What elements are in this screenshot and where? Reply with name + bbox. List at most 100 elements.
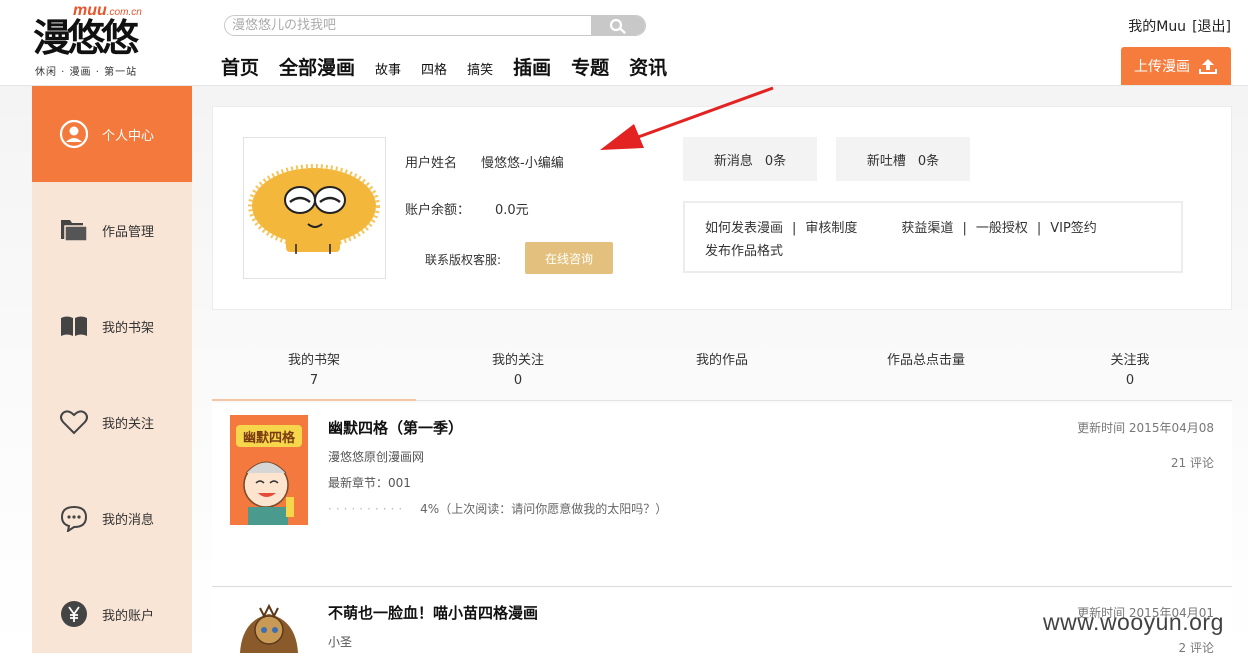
comment-count[interactable]: 21 评论	[1171, 454, 1214, 471]
help-link-publish[interactable]: 如何发表漫画	[705, 221, 783, 236]
heart-icon	[59, 407, 89, 437]
help-links-box: 如何发表漫画 | 审核制度 获益渠道 | 一般授权 | VIP签约 发布作品格式	[683, 201, 1183, 273]
site-header: muu.com.cn 漫悠悠 休闲 · 漫画 · 第一站 首页 全部漫画 故事 …	[0, 0, 1248, 86]
user-links: 我的Muu [退出]	[1122, 16, 1231, 36]
tab-followers[interactable]: 关注我 0	[1028, 340, 1232, 401]
comic-author: 漫悠悠原创漫画网	[328, 450, 425, 464]
watermark: www.wooyun.org	[1043, 609, 1224, 635]
cover-image: 幽默四格	[230, 415, 308, 525]
nav-news[interactable]: 资讯	[629, 53, 667, 80]
yen-coin-icon	[59, 599, 89, 629]
new-comments-box[interactable]: 新吐槽 0条	[836, 137, 970, 181]
progress-text[interactable]: 4%（上次阅读：请问你愿意做我的太阳吗？）	[420, 502, 667, 516]
new-comments-label: 新吐槽	[866, 153, 906, 169]
search-bar	[224, 15, 646, 36]
cover-image	[230, 600, 308, 653]
search-input[interactable]	[225, 16, 593, 35]
tab-value: 7	[309, 373, 319, 388]
tab-my-works[interactable]: 我的作品	[620, 340, 824, 401]
search-icon	[609, 18, 626, 34]
help-link-license[interactable]: 一般授权	[976, 221, 1028, 236]
sidebar-item-label: 我的消息	[102, 512, 155, 528]
username-value: 慢悠悠-小编编	[481, 156, 564, 171]
sidebar-item-bookshelf[interactable]: 我的书架	[32, 278, 192, 374]
help-link-vip[interactable]: VIP签约	[1050, 221, 1097, 236]
sidebar-item-messages[interactable]: 我的消息	[32, 470, 192, 566]
logo-name: 漫悠悠	[33, 16, 139, 60]
progress-dots: ··········	[328, 502, 407, 516]
tab-value: 0	[513, 373, 523, 388]
nav-all-comics[interactable]: 全部漫画	[279, 53, 355, 80]
nav-four-panel[interactable]: 四格	[421, 59, 447, 80]
help-link-income[interactable]: 获益渠道	[901, 221, 953, 236]
nav-story[interactable]: 故事	[375, 59, 401, 80]
tab-label: 我的书架	[287, 353, 340, 368]
cover-title-text: 幽默四格	[243, 430, 296, 446]
sidebar-item-label: 个人中心	[102, 128, 155, 144]
sidebar-item-label: 我的账户	[102, 608, 155, 624]
main-nav: 首页 全部漫画 故事 四格 搞笑 插画 专题 资讯	[221, 50, 687, 80]
sidebar-item-works[interactable]: 作品管理	[32, 182, 192, 278]
username-label: 用户姓名	[405, 156, 458, 171]
help-separator: |	[962, 221, 967, 236]
upload-label: 上传漫画	[1134, 59, 1190, 75]
chat-bubble-icon	[59, 503, 89, 533]
nav-topics[interactable]: 专题	[571, 53, 609, 80]
upload-icon	[1199, 59, 1217, 74]
user-circle-icon	[59, 119, 89, 149]
avatar-image	[248, 164, 380, 254]
my-muu-link[interactable]: 我的Muu	[1128, 19, 1186, 35]
sidebar-item-label: 我的书架	[102, 320, 155, 336]
upload-comic-button[interactable]: 上传漫画	[1121, 47, 1231, 85]
new-messages-label: 新消息	[713, 153, 753, 169]
balance-label: 账户余额：	[405, 203, 471, 218]
tab-label: 我的关注	[491, 353, 544, 368]
tab-label: 作品总点击量	[886, 353, 965, 368]
book-icon	[59, 311, 89, 341]
tab-follows[interactable]: 我的关注 0	[416, 340, 620, 401]
logout-link[interactable]: [退出]	[1192, 19, 1231, 35]
comic-title[interactable]: 幽默四格（第一季）	[328, 417, 463, 438]
tab-value: 0	[1125, 373, 1135, 388]
site-logo[interactable]: muu.com.cn 漫悠悠 休闲 · 漫画 · 第一站	[33, 2, 163, 78]
help-link-format[interactable]: 发布作品格式	[705, 244, 783, 259]
new-messages-count: 0条	[764, 153, 787, 169]
sidebar-item-personal-center[interactable]: 个人中心	[32, 86, 192, 182]
comic-cover[interactable]: 幽默四格	[230, 415, 308, 525]
list-item: 幽默四格 幽默四格（第一季） 漫悠悠原创漫画网 最新章节：001 ·······…	[212, 403, 1232, 585]
comic-author: 小圣	[328, 635, 353, 649]
comment-count[interactable]: 2 评论	[1179, 639, 1214, 653]
folder-icon	[59, 215, 89, 245]
sidebar-item-follows[interactable]: 我的关注	[32, 374, 192, 470]
profile-card: 用户姓名 慢悠悠-小编编 账户余额： 0.0元 联系版权客服: 在线咨询 新消息…	[212, 106, 1232, 310]
tab-label: 关注我	[1110, 353, 1150, 368]
help-separator: |	[1036, 221, 1042, 236]
update-time: 更新时间 2015年04月08	[1077, 421, 1214, 435]
tab-total-clicks[interactable]: 作品总点击量	[824, 340, 1028, 401]
profile-tabs: 我的书架 7 我的关注 0 我的作品 作品总点击量 关注我 0	[212, 340, 1232, 401]
tab-label: 我的作品	[695, 353, 748, 368]
comic-title[interactable]: 不萌也一脸血！喵小苗四格漫画	[328, 602, 538, 623]
new-comments-count: 0条	[917, 153, 940, 169]
search-button[interactable]	[591, 16, 645, 35]
nav-home[interactable]: 首页	[221, 53, 259, 80]
nav-illustration[interactable]: 插画	[513, 53, 551, 80]
nav-funny[interactable]: 搞笑	[467, 59, 493, 80]
logo-tagline: 休闲 · 漫画 · 第一站	[35, 67, 138, 78]
help-separator: |	[792, 221, 797, 236]
list-divider	[212, 586, 1232, 587]
tab-bookshelf[interactable]: 我的书架 7	[212, 340, 416, 401]
sidebar-item-label: 作品管理	[102, 224, 155, 240]
sidebar-item-account[interactable]: 我的账户	[32, 566, 192, 653]
new-messages-box[interactable]: 新消息 0条	[683, 137, 817, 181]
comic-cover[interactable]	[230, 600, 308, 653]
latest-chapter[interactable]: 最新章节：001	[328, 474, 411, 491]
sidebar: 个人中心 作品管理 我的书架 我的关注 我的消息 我的账户	[32, 86, 192, 653]
copyright-label: 联系版权客服:	[425, 253, 502, 267]
avatar[interactable]	[243, 137, 386, 279]
sidebar-item-label: 我的关注	[102, 416, 155, 432]
online-consult-button[interactable]: 在线咨询	[525, 242, 613, 274]
reading-progress: ·········· 4%（上次阅读：请问你愿意做我的太阳吗？）	[328, 500, 667, 517]
help-link-review[interactable]: 审核制度	[805, 221, 857, 236]
balance-value: 0.0元	[495, 203, 529, 218]
